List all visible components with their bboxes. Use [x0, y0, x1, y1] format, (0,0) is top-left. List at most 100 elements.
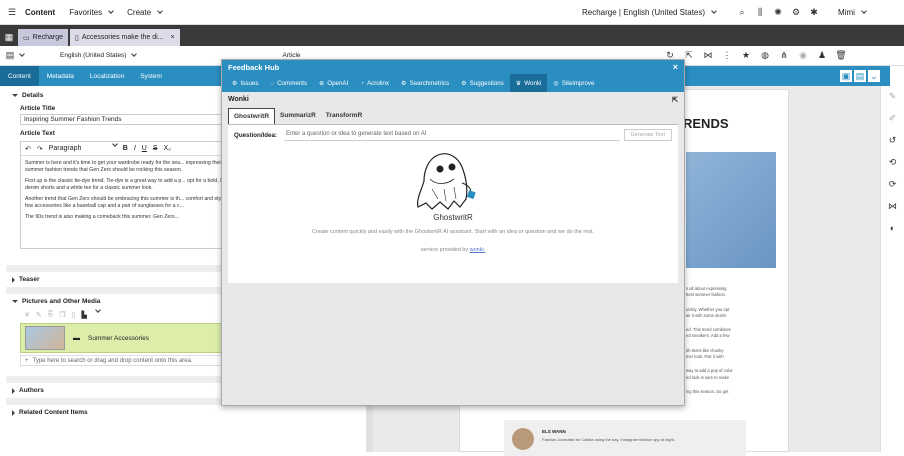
caret-down-icon — [12, 94, 18, 97]
tab-searchmetrics[interactable]: ⚙ Searchmetrics — [395, 74, 455, 92]
chevron-down-icon[interactable]: ⌄ — [868, 70, 880, 82]
redo-icon[interactable]: ↷ — [37, 145, 43, 153]
tab-system[interactable]: System — [132, 66, 170, 86]
chevron-down-icon[interactable] — [131, 51, 138, 57]
remove-icon[interactable]: ✕ — [24, 311, 30, 319]
open-external-icon[interactable]: ⇱ — [672, 96, 678, 104]
tab-suggestions[interactable]: ⚙ Suggestions — [455, 74, 510, 92]
edit-icon[interactable]: ✎ — [36, 311, 42, 319]
tab-localization[interactable]: Localization — [82, 66, 132, 86]
tab-siteimprove[interactable]: ◎ Siteimprove — [547, 74, 600, 92]
tab-acrolinx[interactable]: ◔ Acrolinx — [354, 74, 395, 92]
preview-mode-icon[interactable]: ▤ — [854, 70, 866, 82]
question-row: Question/Idea: Enter a question or idea … — [228, 125, 678, 145]
underline-icon[interactable]: U — [142, 145, 147, 152]
chevron-down-icon[interactable] — [95, 307, 101, 313]
pictures-label: Pictures and Other Media — [22, 298, 101, 305]
favorites-menu[interactable]: Favorites — [69, 7, 114, 17]
more-icon[interactable]: ⋮ — [721, 49, 733, 61]
subtab-ghostwritr[interactable]: GhostwritR — [228, 108, 276, 124]
wonki-link[interactable]: wonki. — [470, 247, 486, 253]
link-icon[interactable]: ⎘ — [48, 311, 54, 319]
history-alt-icon[interactable]: ⟲ — [887, 156, 899, 168]
chevron-down-icon — [108, 7, 114, 14]
chevron-down-icon — [861, 8, 867, 14]
user-label: Mimi — [838, 8, 855, 17]
delete-icon[interactable]: ▯ — [72, 311, 76, 319]
copy-icon[interactable]: ❐ — [59, 311, 65, 319]
bold-icon[interactable]: B — [123, 145, 128, 152]
question-input[interactable]: Enter a question or idea to generate tex… — [284, 129, 620, 141]
generate-text-button[interactable]: Generate Text — [623, 129, 672, 141]
tools-icon[interactable]: ⚙ — [790, 7, 802, 19]
chevron-down-icon — [157, 7, 163, 14]
tab-openai[interactable]: ⊛ OpenAI — [313, 74, 354, 92]
preview-line: air it with some denim — [686, 312, 727, 318]
user-menu[interactable]: Mimi — [838, 8, 867, 17]
dialog-header: Feedback Hub × — [222, 60, 684, 74]
article-type: Article — [282, 52, 301, 59]
search-icon[interactable]: ⌕ — [736, 7, 748, 19]
tab-issues[interactable]: ⚙ Issues — [226, 74, 264, 92]
media-item-name: Summer Accessories — [88, 334, 150, 342]
tab-label: Siteimprove — [561, 79, 595, 87]
sidebar-toggle-icon[interactable]: ▦ — [0, 31, 18, 43]
wonki-subtabs: GhostwritR SummarizR TransformR — [228, 108, 678, 125]
plus-icon: + — [25, 357, 29, 364]
preview-line: ttest summer fashion. — [686, 292, 727, 298]
pencil-off-icon[interactable]: ✎ — [887, 90, 899, 102]
delete-icon[interactable]: 🗑 — [835, 49, 847, 61]
issues-icon: ⚙ — [232, 79, 238, 87]
workflow-icon[interactable]: ⋔ — [778, 49, 790, 61]
tab-content[interactable]: Content — [0, 66, 39, 86]
related-header[interactable]: Related Content Items — [6, 405, 366, 420]
chevron-down-icon[interactable] — [19, 51, 25, 57]
create-menu[interactable]: Create — [127, 7, 163, 17]
bulb-icon[interactable]: ✺ — [772, 7, 784, 19]
caret-right-icon — [12, 387, 15, 394]
sync-icon[interactable]: ⟳ — [887, 178, 899, 190]
site-selector[interactable]: Recharge | English (United States) — [582, 8, 717, 17]
tab-bar: ▦ ▭ Recharge ▯ Accessories make the di..… — [0, 25, 904, 46]
preview-line: ed look is sure to make — [686, 374, 730, 380]
hamburger-icon[interactable]: ☰ — [6, 6, 18, 18]
user-assign-icon[interactable]: ♟ — [816, 49, 828, 61]
right-sidebar: ✎ ✐ ↺ ⟲ ⟳ ⋈ ◐ — [880, 86, 904, 452]
star-icon[interactable]: ★ — [740, 49, 752, 61]
subtab-transformr[interactable]: TransformR — [321, 108, 367, 124]
close-icon[interactable]: × — [171, 34, 175, 41]
content-menu[interactable]: Content — [25, 8, 55, 17]
tab-label: Recharge — [32, 34, 63, 41]
eye-icon[interactable]: ◉ — [797, 49, 809, 61]
favorites-label: Favorites — [69, 7, 103, 17]
paragraph-select[interactable]: Paragraph — [48, 142, 118, 152]
preview-desktop-icon[interactable]: ▣ — [840, 70, 852, 82]
library-icon[interactable]: ▙ — [82, 311, 87, 319]
undo-icon[interactable]: ↶ — [25, 145, 31, 153]
tab-article[interactable]: ▯ Accessories make the di... × — [69, 29, 180, 46]
library-icon[interactable]: ⫼ — [754, 7, 766, 19]
tab-label: OpenAI — [327, 79, 349, 87]
globe-icon[interactable]: ◍ — [759, 49, 771, 61]
paragraph-label: Paragraph — [48, 145, 82, 152]
close-icon[interactable]: × — [673, 62, 678, 72]
locale-selector[interactable]: English (United States) — [60, 52, 126, 59]
tab-recharge[interactable]: ▭ Recharge — [18, 29, 68, 46]
share-icon[interactable]: ⋈ — [702, 49, 714, 61]
details-label: Details — [22, 92, 44, 99]
strikethrough-icon[interactable]: S — [153, 145, 158, 152]
gear-icon[interactable]: ✱ — [808, 7, 820, 19]
tab-comments[interactable]: ◌ Comments — [264, 74, 313, 92]
media-thumbnail — [25, 326, 65, 350]
subscript-icon[interactable]: X₂ — [164, 145, 171, 152]
history-icon[interactable]: ↺ — [887, 134, 899, 146]
share-icon[interactable]: ⋈ — [887, 200, 899, 212]
italic-icon[interactable]: I — [134, 145, 136, 152]
feedback-icon[interactable]: ◐ — [887, 222, 899, 234]
tab-metadata[interactable]: Metadata — [39, 66, 82, 86]
tab-wonki[interactable]: ♛ Wonki — [509, 74, 548, 92]
subtab-summarizr[interactable]: SummarizR — [275, 108, 321, 124]
pencil-icon[interactable]: ✐ — [887, 112, 899, 124]
question-label: Question/Idea: — [234, 131, 277, 139]
layout-icon[interactable]: ▤ — [4, 50, 16, 62]
